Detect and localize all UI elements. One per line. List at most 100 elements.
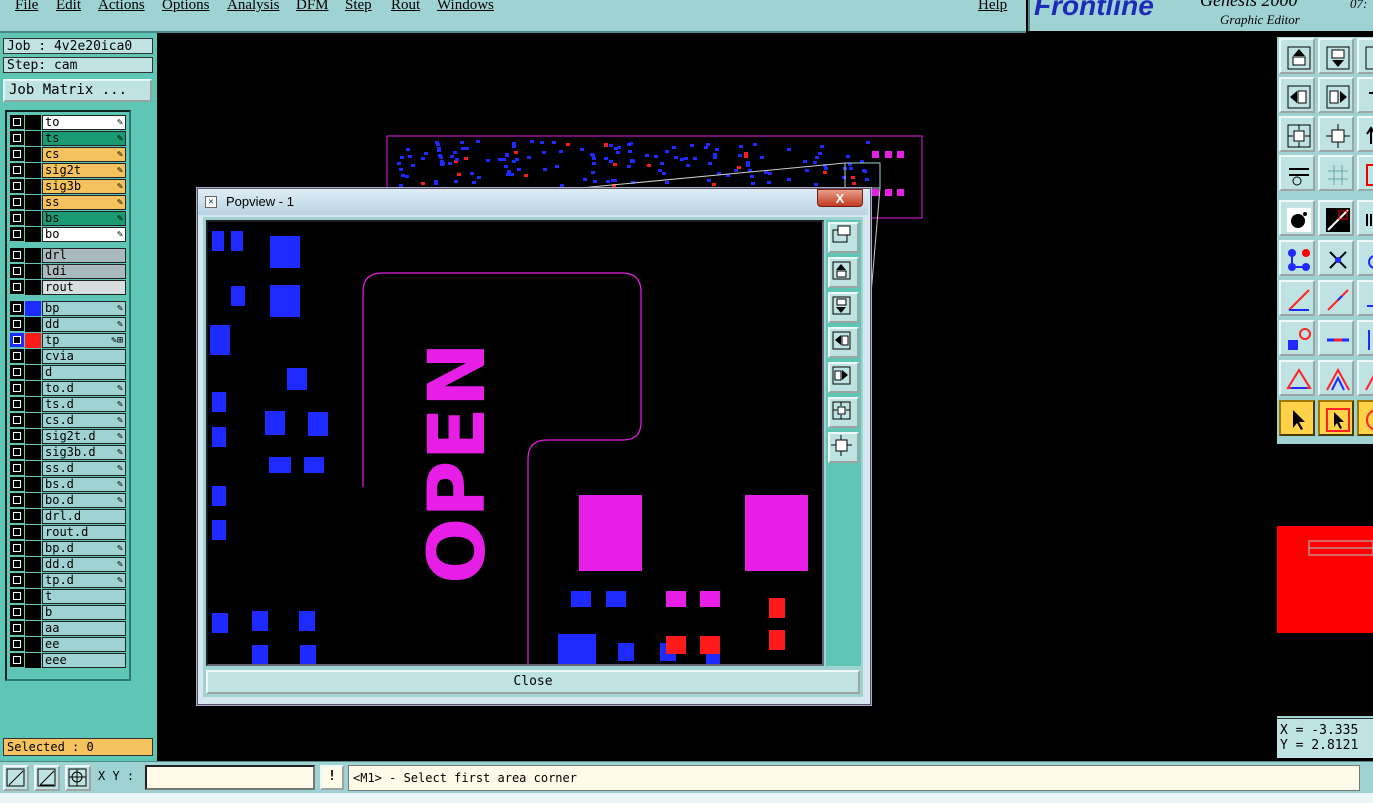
tool-zoom-out[interactable] [1279, 116, 1315, 152]
layer-row-rout[interactable]: rout [9, 280, 127, 295]
layer-checkbox[interactable] [10, 264, 24, 278]
layer-color-swatch[interactable] [25, 264, 41, 279]
tool-angle[interactable] [1357, 360, 1373, 396]
layer-color-swatch[interactable] [25, 573, 41, 588]
layer-checkbox[interactable] [10, 179, 24, 193]
layer-checkbox[interactable] [10, 653, 24, 667]
layer-checkbox[interactable] [10, 365, 24, 379]
tool-resize[interactable] [1357, 280, 1373, 316]
layer-row-tp[interactable]: tp ✎⊞ [9, 333, 127, 348]
layer-color-swatch[interactable] [25, 333, 41, 348]
layer-name[interactable]: rout [42, 280, 126, 295]
tool-polygon[interactable] [1279, 360, 1315, 396]
job-matrix-button[interactable]: Job Matrix ... [3, 79, 152, 102]
layer-row-dd[interactable]: dd ✎ [9, 317, 127, 332]
layer-name[interactable]: ts ✎ [42, 131, 126, 146]
layer-name[interactable]: dd.d ✎ [42, 557, 126, 572]
layer-name[interactable]: sig3b.d ✎ [42, 445, 126, 460]
layer-name[interactable]: tp.d ✎ [42, 573, 126, 588]
layer-name[interactable]: cs.d ✎ [42, 413, 126, 428]
layer-checkbox[interactable] [10, 163, 24, 177]
layer-name[interactable]: bs.d ✎ [42, 477, 126, 492]
popview-close-button[interactable]: Close [206, 670, 860, 694]
layer-checkbox[interactable] [10, 248, 24, 262]
menu-windows[interactable]: Windows [437, 0, 494, 14]
angle-mode-button[interactable] [34, 765, 60, 791]
layer-color-swatch[interactable] [25, 493, 41, 508]
layer-checkbox[interactable] [10, 477, 24, 491]
layer-row-to[interactable]: to ✎ [9, 115, 127, 130]
layer-name[interactable]: sig2t.d ✎ [42, 429, 126, 444]
layer-row-sig2t[interactable]: sig2t ✎ [9, 163, 127, 178]
layer-color-swatch[interactable] [25, 525, 41, 540]
layer-row-drl[interactable]: drl [9, 248, 127, 263]
layer-row-ts[interactable]: ts ✎ [9, 131, 127, 146]
layer-checkbox[interactable] [10, 573, 24, 587]
menu-analysis[interactable]: Analysis [227, 0, 280, 14]
layer-name[interactable]: bo.d ✎ [42, 493, 126, 508]
layer-color-swatch[interactable] [25, 509, 41, 524]
layer-name[interactable]: ee [42, 637, 126, 652]
tool-zoom-in[interactable] [1318, 116, 1354, 152]
layer-checkbox[interactable] [10, 349, 24, 363]
pan-right-button[interactable] [828, 362, 859, 393]
layer-color-swatch[interactable] [25, 605, 41, 620]
layer-row-sig2t-d[interactable]: sig2t.d ✎ [9, 429, 127, 444]
pan-down-button[interactable] [828, 292, 859, 323]
layer-row-ts-d[interactable]: ts.d ✎ [9, 397, 127, 412]
layer-color-swatch[interactable] [25, 317, 41, 332]
layer-name[interactable]: t [42, 589, 126, 604]
layer-row-cs[interactable]: cs ✎ [9, 147, 127, 162]
layer-name[interactable]: bp ✎ [42, 301, 126, 316]
layer-color-swatch[interactable] [25, 397, 41, 412]
tool-corner[interactable] [1318, 360, 1354, 396]
tool-select-box[interactable] [1318, 400, 1354, 436]
tool-undo-view[interactable] [1357, 77, 1373, 113]
layer-color-swatch[interactable] [25, 461, 41, 476]
zoom-in-button[interactable] [828, 432, 859, 463]
layer-color-swatch[interactable] [25, 211, 41, 226]
layer-checkbox[interactable] [10, 333, 24, 347]
menu-rout[interactable]: Rout [391, 0, 420, 14]
layer-row-cvia[interactable]: cvia [9, 349, 127, 364]
layer-row-aa[interactable]: aa [9, 621, 127, 636]
layer-name[interactable]: bo ✎ [42, 227, 126, 242]
layer-checkbox[interactable] [10, 280, 24, 294]
layer-color-swatch[interactable] [25, 349, 41, 364]
layer-row-bo[interactable]: bo ✎ [9, 227, 127, 242]
menu-dfm[interactable]: DFM [296, 0, 329, 14]
tool-redraw[interactable] [1357, 116, 1373, 152]
grid-mode-button[interactable] [65, 765, 91, 791]
layer-name[interactable]: sig2t ✎ [42, 163, 126, 178]
tool-measure[interactable] [1279, 155, 1315, 191]
menu-actions[interactable]: Actions [98, 0, 145, 14]
layer-row-bs[interactable]: bs ✎ [9, 211, 127, 226]
layer-name[interactable]: to.d ✎ [42, 381, 126, 396]
layer-row-ss[interactable]: ss ✎ [9, 195, 127, 210]
layer-name[interactable]: ldi [42, 264, 126, 279]
tool-move[interactable] [1279, 280, 1315, 316]
layer-color-swatch[interactable] [25, 195, 41, 210]
tool-copy[interactable] [1318, 280, 1354, 316]
popview-canvas[interactable]: OPEN [206, 220, 824, 666]
layer-color-swatch[interactable] [25, 621, 41, 636]
layer-checkbox[interactable] [10, 461, 24, 475]
layer-checkbox[interactable] [10, 605, 24, 619]
layer-checkbox[interactable] [10, 301, 24, 315]
layer-checkbox[interactable] [10, 445, 24, 459]
layer-row-drl-d[interactable]: drl.d [9, 509, 127, 524]
layer-color-swatch[interactable] [25, 557, 41, 572]
layer-color-swatch[interactable] [25, 445, 41, 460]
layer-row-bp-d[interactable]: bp.d ✎ [9, 541, 127, 556]
tool-snap[interactable] [1357, 155, 1373, 191]
layer-row-rout-d[interactable]: rout.d [9, 525, 127, 540]
layer-color-swatch[interactable] [25, 147, 41, 162]
layer-color-swatch[interactable] [25, 477, 41, 492]
mini-map[interactable] [1277, 444, 1373, 716]
pan-left-button[interactable] [828, 327, 859, 358]
layer-color-swatch[interactable] [25, 381, 41, 396]
layer-row-ee[interactable]: ee [9, 637, 127, 652]
menu-help[interactable]: Help [978, 0, 1007, 14]
layer-color-swatch[interactable] [25, 413, 41, 428]
layer-row-ss-d[interactable]: ss.d ✎ [9, 461, 127, 476]
